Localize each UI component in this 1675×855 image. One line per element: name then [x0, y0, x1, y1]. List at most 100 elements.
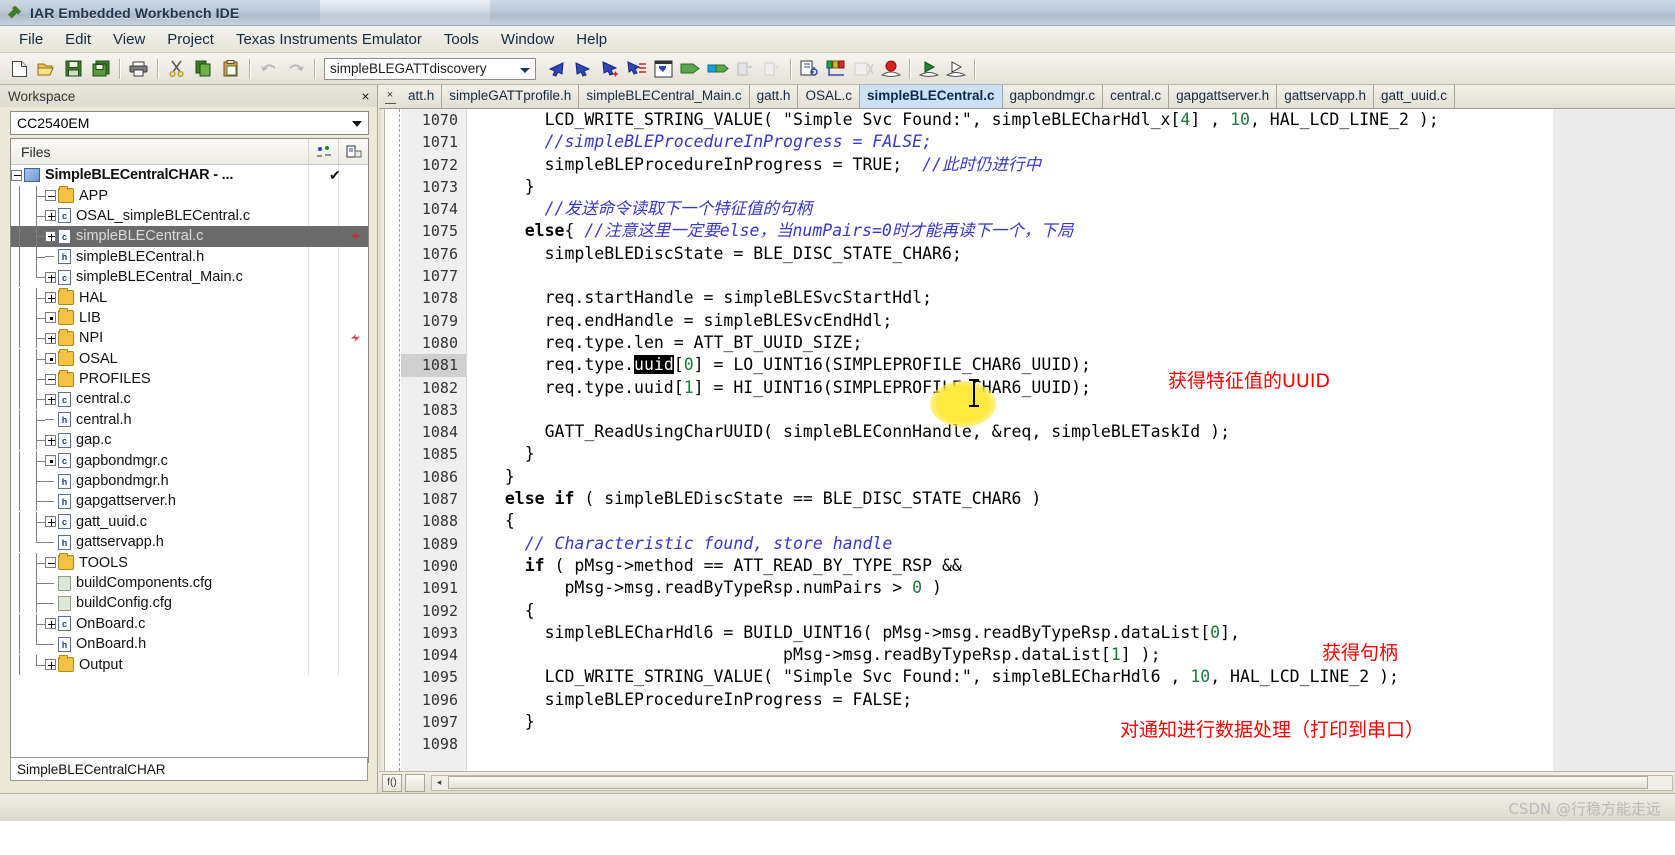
code-line[interactable]: GATT_ReadUsingCharUUID( simpleBLEConnHan…	[467, 421, 1675, 443]
open-folder-icon[interactable]	[34, 56, 59, 81]
find-previous-icon[interactable]	[543, 56, 568, 81]
save-icon[interactable]	[61, 56, 86, 81]
collapse-icon[interactable]	[45, 373, 56, 385]
menu-item-help[interactable]: Help	[565, 28, 618, 51]
tree-item-buildcomponents-cfg[interactable]: buildComponents.cfg	[11, 573, 368, 593]
code-text-area[interactable]: LCD_WRITE_STRING_VALUE( "Simple Svc Foun…	[467, 109, 1675, 771]
editor-tab-gapgattserver-h[interactable]: gapgattserver.h	[1169, 85, 1278, 108]
editor-tab-gatt-h[interactable]: gatt.h	[750, 85, 799, 108]
code-line[interactable]: pMsg->msg.readByTypeRsp.dataList[1] );	[467, 644, 1675, 666]
code-line[interactable]: else{ //注意这里一定要else，当numPairs=0时才能再读下一个，…	[467, 220, 1675, 242]
expand-icon[interactable]	[45, 393, 56, 405]
find-in-files-icon[interactable]	[624, 56, 649, 81]
workspace-config-combo[interactable]: CC2540EM	[10, 111, 369, 135]
editor-tab-central-c[interactable]: central.c	[1103, 85, 1170, 108]
tree-item-simpleblecentral-h[interactable]: h simpleBLECentral.h	[11, 246, 368, 267]
tree-item-simpleblecentral-c[interactable]: c simpleBLECentral.c	[11, 226, 368, 247]
tree-item-gapbondmgr-c[interactable]: c gapbondmgr.c	[11, 450, 368, 471]
tree-item-buildconfig-cfg[interactable]: buildConfig.cfg	[11, 593, 368, 614]
code-line[interactable]: }	[467, 711, 1675, 733]
scrollbar-thumb[interactable]	[448, 776, 1648, 789]
collapse-icon[interactable]	[11, 169, 22, 181]
expand-icon[interactable]	[45, 210, 56, 222]
expand-icon[interactable]	[45, 618, 56, 630]
expand-icon[interactable]	[45, 312, 56, 324]
code-line[interactable]: //simpleBLEProcedureInProgress = FALSE;	[467, 131, 1675, 153]
code-line[interactable]	[467, 265, 1675, 287]
code-line[interactable]: }	[467, 176, 1675, 198]
code-line[interactable]: pMsg->msg.readByTypeRsp.numPairs > 0 )	[467, 577, 1675, 599]
split-view-button[interactable]	[405, 773, 425, 792]
expand-icon[interactable]	[45, 332, 56, 344]
editor-fold-margin[interactable]	[386, 109, 400, 771]
editor-tab-simpleblecentral-c[interactable]: simpleBLECentral.c	[859, 85, 1003, 108]
tree-item-osal[interactable]: OSAL	[11, 348, 368, 369]
copy-icon[interactable]	[191, 56, 216, 81]
chevron-down-icon[interactable]	[352, 121, 362, 127]
tree-item-app[interactable]: APP	[11, 185, 368, 206]
debug-icon[interactable]	[943, 56, 968, 81]
code-line[interactable]: req.type.uuid[1] = HI_UINT16(SIMPLEPROFI…	[467, 377, 1675, 399]
tree-item-central-c[interactable]: c central.c	[11, 389, 368, 410]
tree-item-onboard-h[interactable]: h OnBoard.h	[11, 634, 368, 655]
compile-icon[interactable]	[797, 56, 822, 81]
editor-tab-gatt-uuid-c[interactable]: gatt_uuid.c	[1374, 85, 1456, 108]
tree-item-gapgattserver-h[interactable]: h gapgattserver.h	[11, 491, 368, 512]
menu-item-file[interactable]: File	[8, 28, 54, 51]
close-tab-icon[interactable]: ×	[379, 84, 401, 108]
editor-tab-osal-c[interactable]: OSAL.c	[798, 85, 860, 108]
expand-icon[interactable]	[45, 353, 56, 365]
code-line[interactable]: else if ( simpleBLEDiscState == BLE_DISC…	[467, 488, 1675, 510]
code-line[interactable]	[467, 399, 1675, 421]
menu-item-view[interactable]: View	[102, 28, 156, 51]
code-line[interactable]: LCD_WRITE_STRING_VALUE( "Simple Svc Foun…	[467, 109, 1675, 131]
download-and-debug-icon[interactable]	[916, 56, 941, 81]
find-next-selected-icon[interactable]	[597, 56, 622, 81]
expand-icon[interactable]	[45, 271, 56, 283]
menu-item-project[interactable]: Project	[156, 28, 225, 51]
code-line[interactable]: LCD_WRITE_STRING_VALUE( "Simple Svc Foun…	[467, 666, 1675, 688]
bookmark-toggle-icon[interactable]	[651, 56, 676, 81]
editor-tab-simplegattprofile-h[interactable]: simpleGATTprofile.h	[442, 85, 580, 108]
code-line[interactable]: req.endHandle = simpleBLESvcEndHdl;	[467, 310, 1675, 332]
expand-icon[interactable]	[45, 659, 56, 671]
code-line[interactable]: simpleBLEProcedureInProgress = TRUE; //此…	[467, 154, 1675, 176]
function-navigation-button[interactable]: f()	[382, 773, 402, 792]
code-line[interactable]: simpleBLECharHdl6 = BUILD_UINT16( pMsg->…	[467, 622, 1675, 644]
scroll-left-icon[interactable]: ◂	[432, 776, 446, 790]
undo-icon[interactable]	[256, 56, 281, 81]
editor-tab-simpleblecentral-main-c[interactable]: simpleBLECentral_Main.c	[579, 85, 750, 108]
tree-item-gattservapp-h[interactable]: h gattservapp.h	[11, 532, 368, 553]
tree-item-simpleblecentral-main-c[interactable]: c simpleBLECentral_Main.c	[11, 267, 368, 288]
tree-item-output[interactable]: Output	[11, 654, 368, 675]
tree-item-hal[interactable]: HAL	[11, 287, 368, 308]
code-line[interactable]: {	[467, 510, 1675, 532]
code-line[interactable]: }	[467, 466, 1675, 488]
build-configuration-combo[interactable]: simpleBLEGATTdiscovery	[324, 57, 536, 80]
editor-tab-att-h[interactable]: att.h	[401, 85, 443, 108]
menu-item-window[interactable]: Window	[490, 28, 565, 51]
code-line[interactable]: simpleBLEDiscState = BLE_DISC_STATE_CHAR…	[467, 243, 1675, 265]
menu-item-texas-instruments-emulator[interactable]: Texas Instruments Emulator	[225, 28, 433, 51]
paste-icon[interactable]	[218, 56, 243, 81]
code-line[interactable]: simpleBLEProcedureInProgress = FALSE;	[467, 689, 1675, 711]
tree-item-npi[interactable]: NPI	[11, 328, 368, 349]
tree-item-gapbondmgr-h[interactable]: h gapbondmgr.h	[11, 471, 368, 492]
collapse-icon[interactable]	[45, 190, 56, 202]
tree-item-gatt-uuid-c[interactable]: c gatt_uuid.c	[11, 511, 368, 532]
find-next-icon[interactable]	[570, 56, 595, 81]
make-icon[interactable]	[824, 56, 849, 81]
expand-icon[interactable]	[45, 455, 56, 467]
expand-icon[interactable]	[45, 230, 56, 242]
collapse-icon[interactable]	[45, 557, 56, 569]
tree-item-osal-simpleblecentral-c[interactable]: c OSAL_simpleBLECentral.c	[11, 205, 368, 226]
expand-icon[interactable]	[45, 434, 56, 446]
tree-item-tools[interactable]: TOOLS	[11, 552, 368, 573]
code-line[interactable]: }	[467, 443, 1675, 465]
menu-item-edit[interactable]: Edit	[54, 28, 102, 51]
new-document-icon[interactable]	[7, 56, 32, 81]
code-line[interactable]	[467, 733, 1675, 755]
navigate-forward-icon[interactable]	[705, 56, 730, 81]
close-icon[interactable]: ×	[358, 88, 373, 104]
code-line[interactable]: // Characteristic found, store handle	[467, 533, 1675, 555]
